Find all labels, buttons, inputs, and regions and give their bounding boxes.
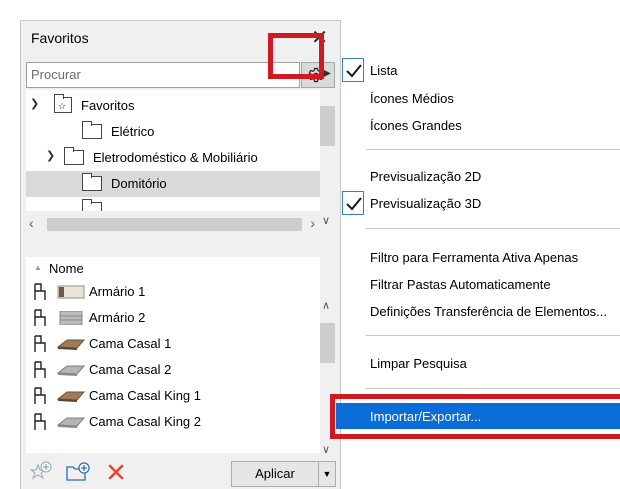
list-header[interactable]: ▲ Nome [26,257,320,279]
sort-ascending-icon: ▲ [34,263,42,272]
chair-icon [34,309,46,326]
menu-item-transfer-settings[interactable]: Definições Transferência de Elementos... [336,298,620,324]
bed-icon [57,391,85,402]
tree-item-domitorio[interactable]: Domitório [26,171,320,197]
tree-item-label: Favoritos [81,98,135,113]
list-item[interactable]: Cama Casal King 2 [26,409,320,435]
checkmark-icon [342,191,364,215]
menu-item-preview-3d[interactable]: Previsualização 3D [336,190,620,216]
submenu-arrow-icon: ▶ [323,68,331,79]
chevron-down-icon[interactable]: ❯ [30,97,39,110]
panel-toolbar: Aplicar ▼ [21,453,340,489]
scrollbar-thumb[interactable] [320,323,335,363]
list-item[interactable]: Cama Casal King 1 [26,383,320,409]
menu-separator [366,335,620,336]
tree-item-partial [26,197,320,211]
new-folder-icon[interactable] [65,461,91,483]
menu-item-label: Limpar Pesquisa [370,356,467,371]
menu-separator [366,149,620,150]
menu-item-medium-icons[interactable]: Ícones Médios [336,85,620,111]
scroll-left-icon[interactable]: ‹ [29,215,34,231]
column-header-name: Nome [49,261,84,276]
chair-icon [34,361,46,378]
menu-item-label: Ícones Grandes [370,118,462,133]
menu-separator [366,388,620,389]
chair-icon [34,387,46,404]
checkmark-icon [342,58,364,82]
menu-item-filter-active-tool[interactable]: Filtro para Ferramenta Ativa Apenas [336,244,620,270]
menu-item-label: Filtro para Ferramenta Ativa Apenas [370,250,579,265]
favorites-panel: Favoritos ✕ Procurar ▶ ❯ ☆ Favoritos Elé… [20,20,341,489]
scrollbar-thumb[interactable] [320,106,335,146]
menu-item-label: Filtrar Pastas Automaticamente [370,277,551,292]
chevron-down-icon[interactable]: ❯ [46,149,55,162]
list-item-label: Armário 1 [89,284,146,299]
list-item-label: Armário 2 [89,310,146,325]
tree-item-favoritos[interactable]: ❯ ☆ Favoritos [26,93,320,119]
list-item[interactable]: Armário 1 [26,279,320,305]
tree-item-label: Domitório [111,176,167,191]
list-item[interactable]: Cama Casal 2 [26,357,320,383]
list-item-label: Cama Casal 2 [89,362,172,377]
menu-item-label: Previsualização 3D [370,196,482,211]
menu-item-large-icons[interactable]: Ícones Grandes [336,112,620,138]
object-list: ▲ Nome Armário 1 Armário 2 Cama Casal 1 … [26,257,320,453]
tree-item-eletrico[interactable]: Elétrico [26,119,320,145]
folder-icon [82,173,102,191]
folder-icon [82,121,102,139]
wardrobe-icon [57,285,85,299]
scroll-right-icon[interactable]: › [310,215,315,231]
scroll-down-icon[interactable]: ∨ [322,214,330,227]
tree-vertical-scrollbar[interactable]: ∨ [320,90,335,234]
tree-item-label: Elétrico [111,124,155,139]
folder-tree: ❯ ☆ Favoritos Elétrico ❯ Eletrodoméstico… [26,90,320,211]
annotation-highlight-settings [268,33,324,79]
tree-item-label: Eletrodoméstico & Mobiliário [93,150,258,165]
cabinet-icon [59,311,83,325]
menu-item-filter-folders[interactable]: Filtrar Pastas Automaticamente [336,271,620,297]
menu-item-label: Lista [370,63,398,78]
menu-separator [366,228,620,229]
bed-icon [57,365,85,376]
search-input[interactable]: Procurar [26,62,300,88]
delete-icon[interactable] [107,463,125,481]
menu-item-preview-2d[interactable]: Previsualização 2D [336,163,620,189]
bed-icon [57,417,85,428]
add-favorite-icon[interactable] [29,461,53,483]
star-folder-icon: ☆ [54,94,72,113]
apply-dropdown-button[interactable]: ▼ [319,461,336,487]
menu-item-label: Previsualização 2D [370,169,482,184]
tree-item-eletrodomestico[interactable]: ❯ Eletrodoméstico & Mobiliário [26,145,320,171]
scroll-up-icon[interactable]: ∧ [322,299,330,312]
annotation-highlight-import-export [330,394,620,439]
chevron-down-icon: ▼ [322,469,332,479]
list-item-label: Cama Casal King 2 [89,414,201,429]
bed-icon [57,339,85,350]
folder-icon [64,147,84,165]
tree-horizontal-scrollbar[interactable]: ‹ › [26,215,320,234]
list-item-label: Cama Casal King 1 [89,388,201,403]
chair-icon [34,283,46,300]
apply-button[interactable]: Aplicar [231,461,319,487]
list-item-label: Cama Casal 1 [89,336,172,351]
panel-title: Favoritos [31,30,89,46]
chair-icon [34,335,46,352]
list-item[interactable]: Cama Casal 1 [26,331,320,357]
chair-icon [34,413,46,430]
search-placeholder: Procurar [31,67,81,82]
scrollbar-thumb[interactable] [47,218,302,231]
list-item[interactable]: Armário 2 [26,305,320,331]
folder-icon [82,199,102,211]
menu-item-label: Ícones Médios [370,91,454,106]
menu-item-label: Definições Transferência de Elementos... [370,304,608,319]
menu-item-list[interactable]: Lista [336,57,620,83]
menu-item-clear-search[interactable]: Limpar Pesquisa [336,350,620,376]
